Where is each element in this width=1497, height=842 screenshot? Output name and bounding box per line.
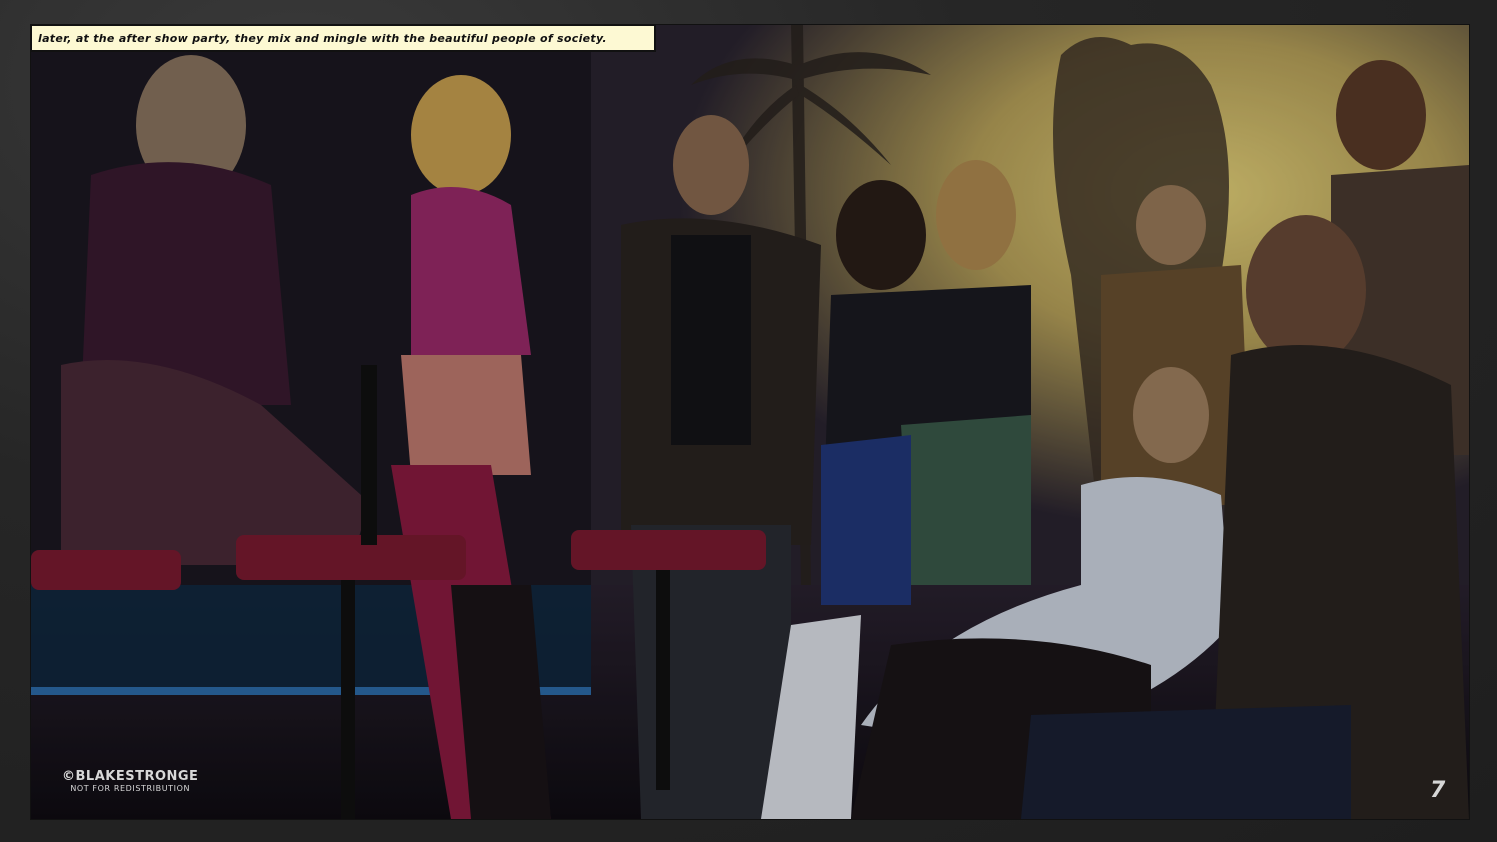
comic-panel — [30, 24, 1470, 820]
credit-copyright: ©BLAKESTRONGE — [62, 769, 199, 784]
narration-caption-box: Later, at the after show party, they mix… — [30, 24, 656, 52]
narration-caption-text: Later, at the after show party, they mix… — [38, 31, 607, 45]
party-scene-illustration — [31, 25, 1469, 819]
artist-credit: ©BLAKESTRONGE NOT FOR REDISTRIBUTION — [62, 770, 198, 794]
credit-notice: NOT FOR REDISTRIBUTION — [70, 784, 191, 793]
page-number: 7 — [1430, 778, 1446, 803]
